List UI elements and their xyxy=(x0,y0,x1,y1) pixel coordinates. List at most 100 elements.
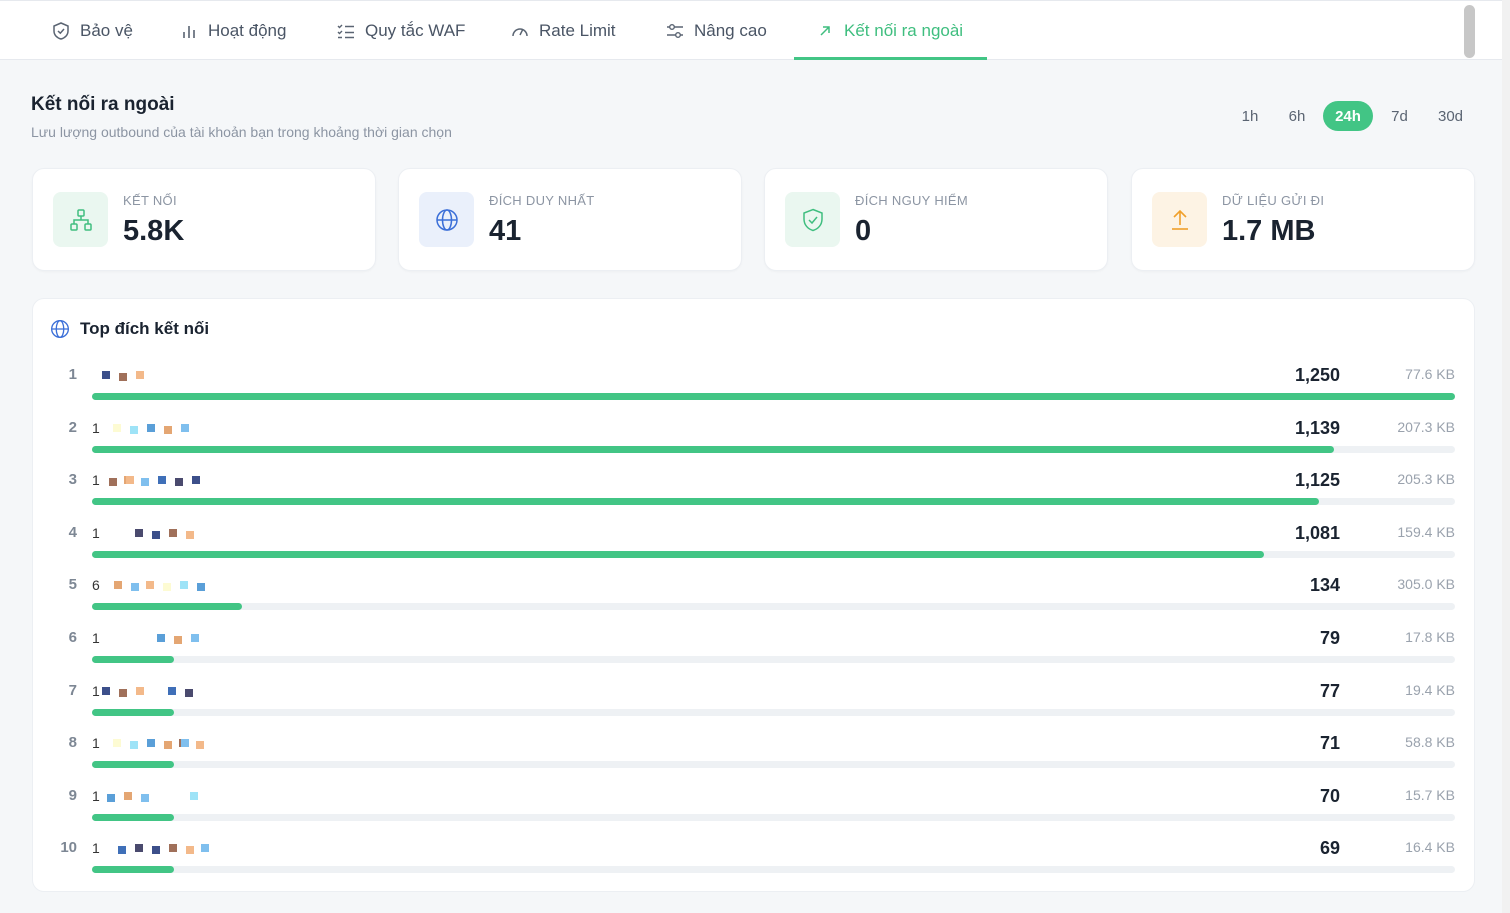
tab-ket-noi-ra-ngoai[interactable]: Kết nối ra ngoài xyxy=(816,1,963,60)
redaction-pixel xyxy=(152,531,160,539)
redaction-pixel xyxy=(135,844,143,852)
redaction-pixel xyxy=(126,476,134,484)
redaction-pixel xyxy=(180,581,188,589)
redaction-pixel xyxy=(141,478,149,486)
range-1h[interactable]: 1h xyxy=(1232,101,1268,131)
row-data-size: 77.6 KB xyxy=(1405,366,1455,382)
row-host-redacted[interactable]: 1 xyxy=(92,683,222,699)
tab-nang-cao[interactable]: Nâng cao xyxy=(666,1,767,60)
redaction-pixel xyxy=(192,476,200,484)
row-bar-track xyxy=(92,814,1455,821)
row-host-prefix: 6 xyxy=(92,577,100,593)
row-rank: 4 xyxy=(68,524,77,541)
arrow-up-right-icon xyxy=(816,22,834,40)
row-host-redacted[interactable]: 1 xyxy=(92,840,222,856)
stat-value: 41 xyxy=(489,215,522,247)
range-6h[interactable]: 6h xyxy=(1278,101,1316,131)
redaction-pixel xyxy=(118,846,126,854)
row-rank: 1 xyxy=(68,366,77,383)
row-connection-count: 134 xyxy=(1309,575,1340,595)
stat-card-unique-destinations: ĐÍCH DUY NHẤT 41 xyxy=(398,168,742,271)
range-24h[interactable]: 24h xyxy=(1323,101,1373,131)
tab-label: Hoạt động xyxy=(208,20,287,40)
row-host-redacted[interactable]: 1 xyxy=(92,472,222,488)
shield-check-icon xyxy=(785,192,840,247)
redaction-pixel xyxy=(181,739,189,747)
upload-icon xyxy=(1152,192,1207,247)
redaction-pixel xyxy=(107,794,115,802)
redaction-pixel xyxy=(164,741,172,749)
range-30d[interactable]: 30d xyxy=(1428,101,1473,131)
row-connection-count: 1,125 xyxy=(1294,470,1340,490)
row-connection-count: 1,081 xyxy=(1294,523,1340,543)
redaction-pixel xyxy=(164,426,172,434)
row-bar-fill xyxy=(92,603,242,610)
redaction-pixel xyxy=(185,689,193,697)
range-7d[interactable]: 7d xyxy=(1381,101,1418,131)
row-connection-count: 71 xyxy=(1319,733,1340,753)
tab-bao-ve[interactable]: Bảo vệ xyxy=(52,1,133,60)
stat-label: DỮ LIỆU GỬI ĐI xyxy=(1222,193,1325,208)
row-data-size: 205.3 KB xyxy=(1397,471,1455,487)
row-rank: 8 xyxy=(68,734,77,751)
tab-label: Quy tắc WAF xyxy=(365,20,466,40)
row-host-prefix: 1 xyxy=(92,788,100,804)
stat-value: 0 xyxy=(855,215,872,247)
row-connection-count: 1,139 xyxy=(1294,418,1340,438)
row-host-redacted[interactable]: 1 xyxy=(92,735,222,751)
redaction-pixel xyxy=(130,426,138,434)
row-bar-fill xyxy=(92,446,1334,453)
row-host-prefix: 1 xyxy=(92,420,100,436)
stat-card-dangerous-destinations: ĐÍCH NGUY HIỂM 0 xyxy=(764,168,1108,271)
tab-hoat-dong[interactable]: Hoạt động xyxy=(180,1,286,60)
row-bar-track xyxy=(92,498,1455,505)
redaction-pixel xyxy=(147,739,155,747)
row-bar-track xyxy=(92,393,1455,400)
row-host-redacted[interactable]: 1 xyxy=(92,525,222,541)
row-host-redacted[interactable]: 1 xyxy=(92,630,222,646)
redaction-pixel xyxy=(102,371,110,379)
tabbar-scroll-thumb[interactable] xyxy=(1464,5,1475,58)
redaction-pixel xyxy=(152,846,160,854)
row-host-prefix: 1 xyxy=(92,630,100,646)
redaction-pixel xyxy=(141,794,149,802)
row-rank: 9 xyxy=(68,787,77,804)
sliders-icon xyxy=(666,22,684,40)
row-data-size: 159.4 KB xyxy=(1397,524,1455,540)
row-host-redacted[interactable]: 1 xyxy=(92,420,222,436)
row-host-redacted[interactable]: 6 xyxy=(92,577,222,593)
row-data-size: 58.8 KB xyxy=(1405,734,1455,750)
redaction-pixel xyxy=(201,844,209,852)
row-connection-count: 1,250 xyxy=(1294,365,1340,385)
redaction-pixel xyxy=(196,741,204,749)
redaction-pixel xyxy=(119,373,127,381)
row-host-prefix: 1 xyxy=(92,525,100,541)
row-host-prefix: 1 xyxy=(92,472,100,488)
row-host-redacted[interactable]: 1 xyxy=(92,788,222,804)
redaction-pixel xyxy=(131,583,139,591)
list-check-icon xyxy=(337,22,355,40)
redaction-pixel xyxy=(113,424,121,432)
tab-bar: Bảo vệ Hoạt động Quy tắc WAF Rate Limit … xyxy=(0,0,1506,60)
row-host-redacted[interactable] xyxy=(92,367,222,383)
tab-label: Bảo vệ xyxy=(80,20,133,40)
row-connection-count: 79 xyxy=(1319,628,1340,648)
redaction-pixel xyxy=(181,424,189,432)
active-tab-indicator xyxy=(794,57,987,60)
redaction-pixel xyxy=(109,478,117,486)
globe-icon xyxy=(419,192,474,247)
stat-label: KẾT NỐI xyxy=(123,193,177,208)
redaction-pixel xyxy=(135,529,143,537)
redaction-pixel xyxy=(175,478,183,486)
tab-label: Rate Limit xyxy=(539,20,616,40)
row-bar-fill xyxy=(92,814,174,821)
redaction-pixel xyxy=(186,531,194,539)
row-rank: 2 xyxy=(68,419,77,436)
tab-rate-limit[interactable]: Rate Limit xyxy=(511,1,616,60)
redaction-pixel xyxy=(102,687,110,695)
page-scrollbar[interactable] xyxy=(1502,0,1510,913)
tab-quy-tac-waf[interactable]: Quy tắc WAF xyxy=(337,1,465,60)
row-rank: 6 xyxy=(68,629,77,646)
redaction-pixel xyxy=(169,529,177,537)
row-bar-track xyxy=(92,603,1455,610)
